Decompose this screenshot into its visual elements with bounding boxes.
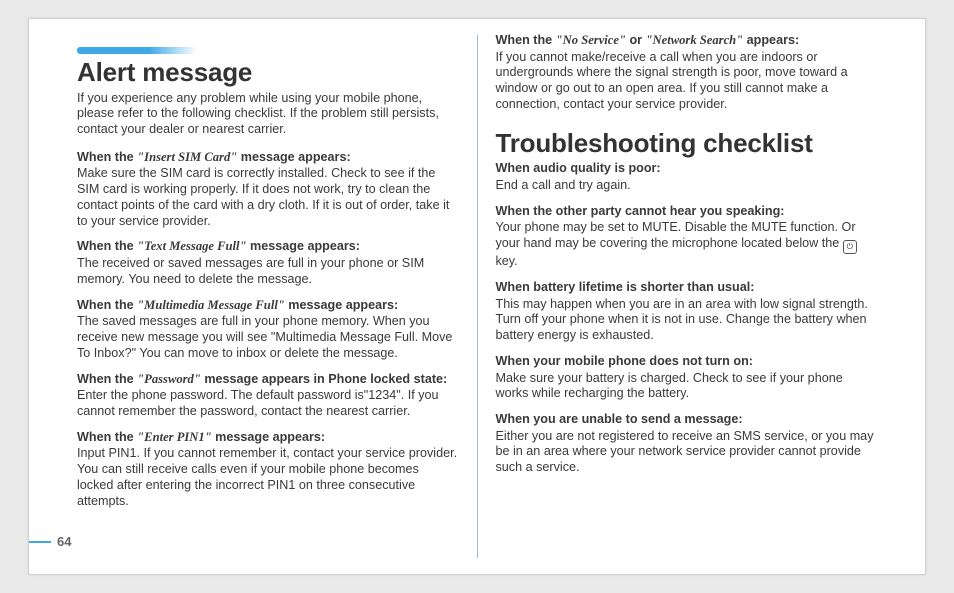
troubleshoot-item-body: Make sure your battery is charged. Check…: [496, 371, 878, 402]
end-key-icon: ⏻: [843, 240, 857, 254]
label-quoted: "Enter PIN1": [137, 430, 212, 444]
label-mid: or: [626, 33, 646, 47]
alert-item-body: The received or saved messages are full …: [77, 256, 459, 287]
label-prefix: When the: [77, 239, 137, 253]
label-prefix: When the: [496, 33, 556, 47]
label-prefix: When the: [77, 372, 137, 386]
troubleshoot-item: When battery lifetime is shorter than us…: [496, 280, 878, 344]
troubleshoot-item-label: When audio quality is poor:: [496, 161, 878, 177]
alert-item-label: When the "Insert SIM Card" message appea…: [77, 150, 459, 166]
label-suffix: message appears:: [247, 239, 360, 253]
label-quoted: "Text Message Full": [137, 239, 246, 253]
troubleshoot-item: When you are unable to send a message:Ei…: [496, 412, 878, 476]
label-suffix: appears:: [743, 33, 799, 47]
alert-item-label: When the "Text Message Full" message app…: [77, 239, 459, 255]
alert-item-body: Input PIN1. If you cannot remember it, c…: [77, 446, 459, 509]
label-suffix: message appears in Phone locked state:: [201, 372, 447, 386]
label-quoted-2: "Network Search": [646, 33, 744, 47]
alert-item: When the "Text Message Full" message app…: [77, 239, 459, 287]
label-suffix: message appears:: [237, 150, 350, 164]
alert-item-body: Enter the phone password. The default pa…: [77, 388, 459, 419]
alert-intro: If you experience any problem while usin…: [77, 91, 459, 138]
alert-item-label: When the "Multimedia Message Full" messa…: [77, 298, 459, 314]
label-quoted-1: "No Service": [556, 33, 626, 47]
label-quoted: "Multimedia Message Full": [137, 298, 285, 312]
alert-item: When the "Password" message appears in P…: [77, 372, 459, 420]
troubleshoot-item: When audio quality is poor:End a call an…: [496, 161, 878, 193]
page-number-bar: [29, 541, 51, 543]
troubleshoot-item-body: Either you are not registered to receive…: [496, 429, 878, 476]
troubleshoot-item-body: End a call and try again.: [496, 178, 878, 194]
label-suffix: message appears:: [212, 430, 325, 444]
label-prefix: When the: [77, 150, 137, 164]
alert-item-label: When the "Enter PIN1" message appears:: [77, 430, 459, 446]
alert-item-body: The saved messages are full in your phon…: [77, 314, 459, 361]
heading-troubleshooting: Troubleshooting checklist: [496, 127, 878, 160]
alert-item: When the "Insert SIM Card" message appea…: [77, 150, 459, 230]
alert-item-body: Make sure the SIM card is correctly inst…: [77, 166, 459, 229]
label-prefix: When the: [77, 298, 137, 312]
alert-item-label: When the "Password" message appears in P…: [77, 372, 459, 388]
troubleshoot-item-label: When the other party cannot hear you spe…: [496, 204, 878, 220]
no-service-label: When the "No Service" or "Network Search…: [496, 33, 878, 49]
alert-item: When the "Enter PIN1" message appears:In…: [77, 430, 459, 510]
troubleshoot-item-body: This may happen when you are in an area …: [496, 297, 878, 344]
left-column: Alert message If you experience any prob…: [29, 19, 477, 574]
troubleshoot-item-label: When your mobile phone does not turn on:: [496, 354, 878, 370]
label-quoted: "Password": [137, 372, 201, 386]
troubleshoot-item-label: When battery lifetime is shorter than us…: [496, 280, 878, 296]
troubleshoot-item-body: Your phone may be set to MUTE. Disable t…: [496, 220, 878, 269]
accent-bar: [77, 47, 197, 54]
body-post: key.: [496, 254, 518, 268]
troubleshoot-item: When your mobile phone does not turn on:…: [496, 354, 878, 402]
body-pre: Your phone may be set to MUTE. Disable t…: [496, 220, 856, 250]
label-quoted: "Insert SIM Card": [137, 150, 237, 164]
label-suffix: message appears:: [285, 298, 398, 312]
troubleshoot-item: When the other party cannot hear you spe…: [496, 204, 878, 270]
heading-alert-message: Alert message: [77, 56, 459, 89]
manual-page: Alert message If you experience any prob…: [28, 18, 926, 575]
page-number: 64: [57, 534, 71, 550]
label-prefix: When the: [77, 430, 137, 444]
page-number-area: 64: [29, 534, 71, 550]
troubleshoot-item-label: When you are unable to send a message:: [496, 412, 878, 428]
right-column: When the "No Service" or "Network Search…: [478, 19, 926, 574]
no-service-body: If you cannot make/receive a call when y…: [496, 50, 878, 113]
no-service-section: When the "No Service" or "Network Search…: [496, 33, 878, 113]
alert-item: When the "Multimedia Message Full" messa…: [77, 298, 459, 362]
